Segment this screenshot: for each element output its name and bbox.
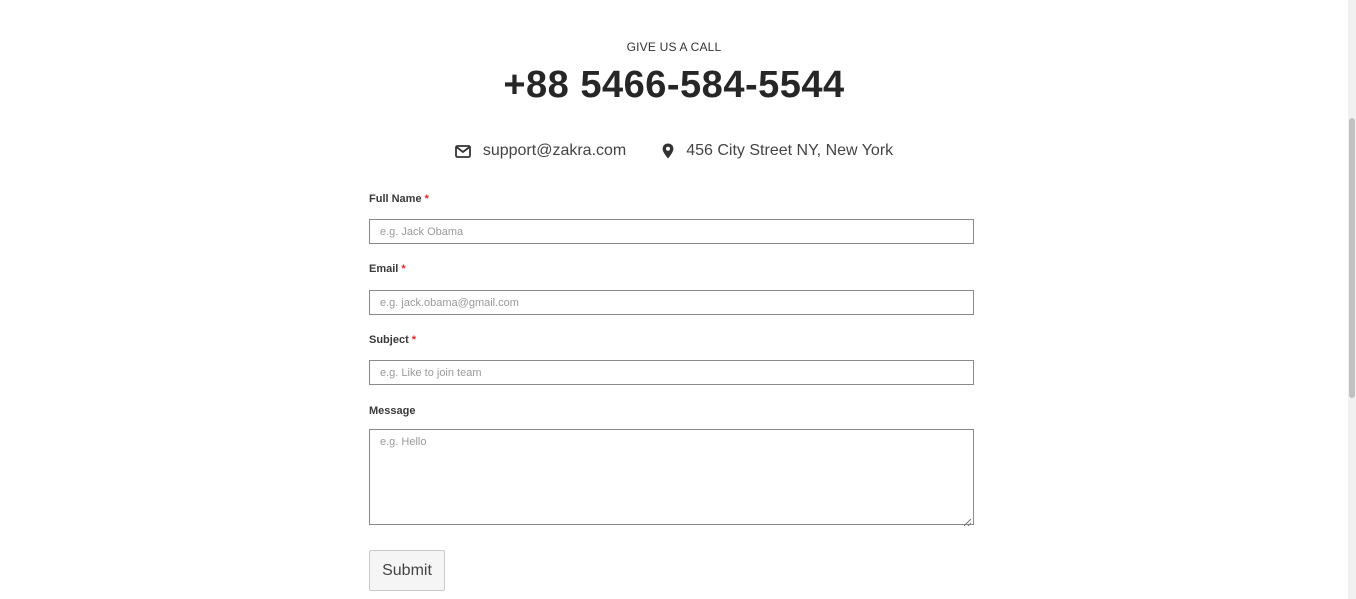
required-mark: *	[424, 193, 429, 205]
email-field: Email *	[369, 262, 974, 315]
contact-email-text: support@zakra.com	[482, 142, 627, 159]
subject-label: Subject *	[369, 333, 974, 347]
page: GIVE US A CALL +88 5466-584-5544 support…	[0, 0, 1356, 599]
email-label: Email *	[369, 262, 974, 276]
map-marker-icon	[662, 143, 674, 159]
full-name-field: Full Name *	[369, 192, 974, 244]
subject-label-text: Subject	[369, 334, 409, 346]
submit-button[interactable]: Submit	[369, 550, 445, 591]
envelope-icon	[454, 144, 471, 158]
contact-address-text: 456 City Street NY, New York	[686, 142, 894, 159]
email-label-text: Email	[369, 263, 399, 275]
phone-number[interactable]: +88 5466-584-5544	[0, 64, 1348, 107]
subject-input[interactable]	[369, 360, 974, 385]
subject-field: Subject *	[369, 333, 974, 385]
message-field: Message	[369, 404, 974, 527]
message-wrapper	[369, 429, 974, 527]
message-label-text: Message	[369, 405, 416, 417]
message-textarea[interactable]	[369, 429, 974, 525]
page-scrollbar[interactable]	[1348, 0, 1356, 599]
contact-address: 456 City Street NY, New York	[662, 141, 893, 161]
message-label: Message	[369, 404, 974, 418]
resize-grip-icon[interactable]	[963, 514, 972, 527]
scrollbar-thumb[interactable]	[1349, 118, 1355, 398]
required-mark: *	[401, 263, 406, 275]
full-name-input[interactable]	[369, 219, 974, 244]
call-eyebrow: GIVE US A CALL	[626, 40, 722, 54]
full-name-label-text: Full Name	[369, 193, 422, 205]
contact-section: GIVE US A CALL +88 5466-584-5544 support…	[0, 0, 1348, 599]
required-mark: *	[411, 334, 417, 346]
email-input[interactable]	[369, 290, 974, 315]
contact-info-row: support@zakra.com 456 City Street NY, Ne…	[0, 141, 1348, 161]
full-name-label: Full Name *	[369, 192, 974, 206]
contact-email[interactable]: support@zakra.com	[454, 141, 627, 161]
